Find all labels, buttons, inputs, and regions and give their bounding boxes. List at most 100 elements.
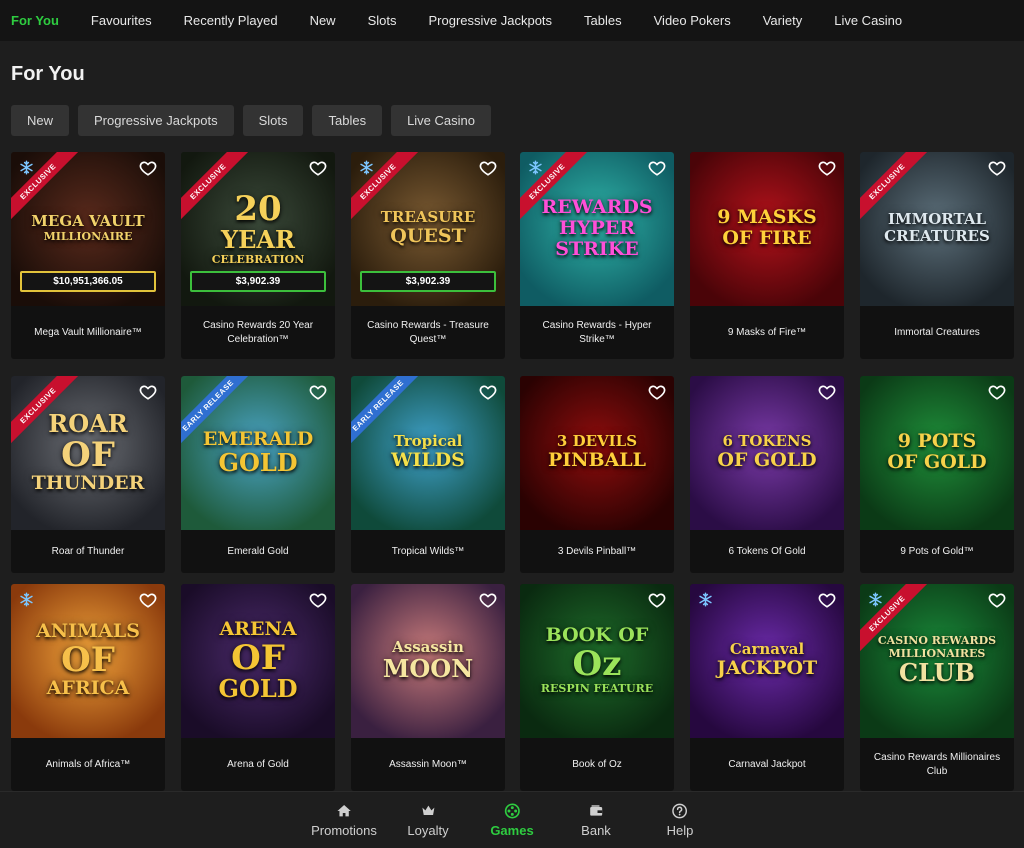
filter-chip-live-casino[interactable]: Live Casino: [391, 105, 491, 136]
home-icon: [337, 805, 351, 817]
game-thumbnail[interactable]: Tropical WILDS EARLY RELEASE: [351, 376, 505, 530]
game-card[interactable]: Carnaval JACKPOT Carnaval Jackpot: [690, 584, 844, 791]
favourite-heart-icon[interactable]: [309, 591, 327, 609]
page-title: For You: [11, 63, 85, 85]
favourite-heart-icon[interactable]: [479, 383, 497, 401]
game-card[interactable]: Tropical WILDS EARLY RELEASE Tropical Wilds…: [351, 376, 505, 573]
bottom-nav-bank[interactable]: Bank: [581, 803, 611, 838]
favourite-heart-icon[interactable]: [139, 383, 157, 401]
tab-slots[interactable]: Slots: [368, 13, 397, 28]
game-logo-text: 9 POTS: [897, 430, 977, 452]
game-title: Immortal Creatures: [894, 326, 980, 338]
snowflake-icon: [699, 592, 712, 607]
game-card[interactable]: IMMORTAL CREATURES EXCLUSIVE Immortal Creat…: [860, 152, 1014, 359]
bottom-nav-loyalty[interactable]: Loyalty: [407, 803, 449, 838]
tab-recently-played[interactable]: Recently Played: [184, 13, 278, 28]
game-thumbnail[interactable]: TREASURE QUEST EXCLUSIVE $3,902.39: [351, 152, 505, 306]
tab-favourites[interactable]: Favourites: [91, 13, 152, 28]
game-card[interactable]: Assassin MOON Assassin Moon™: [351, 584, 505, 791]
favourite-heart-icon[interactable]: [648, 159, 666, 177]
game-logo-text: 9 MASKS: [717, 206, 817, 228]
game-card[interactable]: 20 YEAR CELEBRATION EXCLUSIVE $3,902.39 Casin…: [181, 152, 335, 359]
game-thumbnail[interactable]: EMERALD GOLD EARLY RELEASE: [181, 376, 335, 530]
tab-live-casino[interactable]: Live Casino: [834, 13, 902, 28]
game-thumbnail[interactable]: 6 TOKENS OF GOLD: [690, 376, 844, 530]
game-thumbnail[interactable]: REWARDS HYPER STRIKE EXCLUSIVE: [520, 152, 674, 306]
game-logo-text: GOLD: [218, 673, 298, 703]
game-card[interactable]: MEGA VAULT MILLIONAIRE EXCLUSIVE $10,951,36…: [11, 152, 165, 359]
game-card[interactable]: CASINO REWARDS MILLIONAIRES CLUB EXCLUSIVE C…: [860, 584, 1014, 791]
favourite-heart-icon[interactable]: [988, 591, 1006, 609]
game-thumbnail[interactable]: ANIMALS OF AFRICA: [11, 584, 165, 738]
favourite-heart-icon[interactable]: [309, 159, 327, 177]
filter-chip-tables[interactable]: Tables: [312, 105, 383, 136]
top-category-nav: For You Favourites Recently Played New Slots…: [0, 0, 1024, 41]
favourite-heart-icon[interactable]: [139, 591, 157, 609]
tab-variety[interactable]: Variety: [763, 13, 803, 28]
game-logo-text: EMERALD: [202, 427, 314, 450]
tab-new[interactable]: New: [310, 13, 336, 28]
game-thumbnail[interactable]: IMMORTAL CREATURES EXCLUSIVE: [860, 152, 1014, 306]
game-thumbnail[interactable]: 9 MASKS OF FIRE: [690, 152, 844, 306]
game-title: Arena of Gold: [227, 758, 289, 770]
tab-tables[interactable]: Tables: [584, 13, 622, 28]
game-thumbnail[interactable]: Carnaval JACKPOT: [690, 584, 844, 738]
game-card[interactable]: ANIMALS OF AFRICA Animals of Africa™: [11, 584, 165, 791]
favourite-heart-icon[interactable]: [139, 159, 157, 177]
favourite-heart-icon[interactable]: [818, 383, 836, 401]
games-main: For You New Progressive Jackpots Slots Tabl…: [0, 41, 1024, 791]
favourite-heart-icon[interactable]: [479, 159, 497, 177]
favourite-heart-icon[interactable]: [818, 591, 836, 609]
game-card[interactable]: 6 TOKENS OF GOLD 6 Tokens Of Gold: [690, 376, 844, 573]
favourite-heart-icon[interactable]: [648, 383, 666, 401]
tab-progressive-jackpots[interactable]: Progressive Jackpots: [428, 13, 552, 28]
game-thumbnail[interactable]: CASINO REWARDS MILLIONAIRES CLUB EXCLUSIVE: [860, 584, 1014, 738]
game-logo-text: 3 DEVILS: [556, 432, 638, 450]
game-logo-art: ROAR OF THUNDER: [17, 406, 159, 498]
favourite-heart-icon[interactable]: [988, 383, 1006, 401]
game-thumbnail[interactable]: Assassin MOON: [351, 584, 505, 738]
game-logo-text: 6 TOKENS: [722, 432, 812, 450]
favourite-heart-icon[interactable]: [309, 383, 327, 401]
game-card[interactable]: ROAR OF THUNDER EXCLUSIVE Roar of Thunder: [11, 376, 165, 573]
bottom-nav-promotions[interactable]: Promotions: [311, 803, 377, 838]
game-logo-text: AFRICA: [46, 677, 130, 699]
tab-for-you[interactable]: For You: [11, 13, 59, 28]
game-card[interactable]: TREASURE QUEST EXCLUSIVE $3,902.39 Casino Re…: [351, 152, 505, 359]
bottom-nav-label: Bank: [581, 823, 611, 838]
game-thumbnail[interactable]: ARENA OF GOLD: [181, 584, 335, 738]
game-logo-text: MILLIONAIRE: [43, 230, 133, 243]
bottom-nav-help[interactable]: Help: [667, 803, 693, 838]
favourite-heart-icon[interactable]: [988, 159, 1006, 177]
game-logo-art: 6 TOKENS OF GOLD: [696, 406, 838, 498]
game-card[interactable]: EMERALD GOLD EARLY RELEASE Emerald Gold: [181, 376, 335, 573]
favourite-heart-icon[interactable]: [648, 591, 666, 609]
game-card[interactable]: ARENA OF GOLD Arena of Gold: [181, 584, 335, 791]
jackpot-amount: $3,902.39: [190, 271, 326, 292]
favourite-heart-icon[interactable]: [479, 591, 497, 609]
game-card[interactable]: 9 MASKS OF FIRE 9 Masks of Fire™: [690, 152, 844, 359]
game-logo-text: REWARDS: [541, 195, 653, 218]
game-thumbnail[interactable]: ROAR OF THUNDER EXCLUSIVE: [11, 376, 165, 530]
game-logo-text: CASINO REWARDS: [877, 634, 997, 647]
filter-chip-slots[interactable]: Slots: [242, 105, 304, 136]
bottom-nav-games[interactable]: Games: [490, 803, 534, 838]
game-title: Animals of Africa™: [45, 758, 131, 770]
game-thumbnail[interactable]: MEGA VAULT MILLIONAIRE EXCLUSIVE $10,951,36…: [11, 152, 165, 306]
tab-video-pokers[interactable]: Video Pokers: [654, 13, 731, 28]
favourite-heart-icon[interactable]: [818, 159, 836, 177]
game-title: Roar of Thunder: [51, 545, 125, 557]
game-card[interactable]: 9 POTS OF GOLD 9 Pots of Gold™: [860, 376, 1014, 573]
game-logo-text: OF GOLD: [887, 451, 987, 473]
game-logo-text: PINBALL: [547, 449, 647, 471]
game-thumbnail[interactable]: 3 DEVILS PINBALL: [520, 376, 674, 530]
game-card[interactable]: REWARDS HYPER STRIKE EXCLUSIVE Casino Reward…: [520, 152, 674, 359]
game-thumbnail[interactable]: 9 POTS OF GOLD: [860, 376, 1014, 530]
filter-chip-progressive-jackpots[interactable]: Progressive Jackpots: [78, 105, 234, 136]
game-thumbnail[interactable]: BOOK OF Oz RESPIN FEATURE: [520, 584, 674, 738]
game-card[interactable]: 3 DEVILS PINBALL 3 Devils Pinball™: [520, 376, 674, 573]
snowflake-icon: [529, 160, 542, 175]
filter-chip-new[interactable]: New: [11, 105, 70, 136]
game-thumbnail[interactable]: 20 YEAR CELEBRATION EXCLUSIVE $3,902.39: [181, 152, 335, 306]
game-card[interactable]: BOOK OF Oz RESPIN FEATURE Book of Oz: [520, 584, 674, 791]
